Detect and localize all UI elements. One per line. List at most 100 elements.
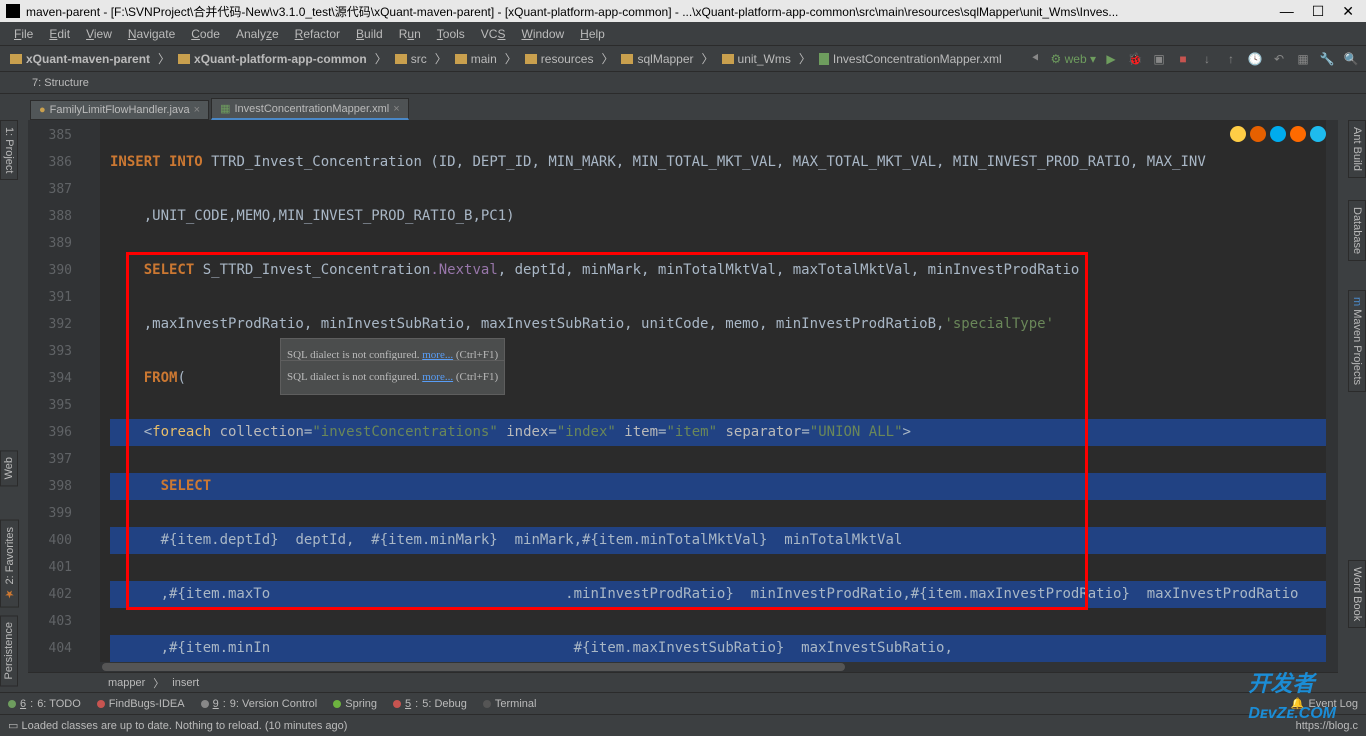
search-everywhere-button[interactable]: 🔍: [1342, 50, 1360, 68]
ie-icon[interactable]: [1310, 126, 1326, 142]
run-button[interactable]: ▶: [1102, 50, 1120, 68]
line-number: 396: [28, 419, 72, 446]
menu-code[interactable]: Code: [183, 27, 228, 41]
folder-icon: [525, 54, 537, 64]
vcs-commit-button[interactable]: ↑: [1222, 50, 1240, 68]
run-config-selector[interactable]: ⚙ web ▾: [1051, 52, 1096, 66]
structure-tab-bar[interactable]: 7: Structure: [0, 72, 1366, 94]
maximize-button[interactable]: ☐: [1312, 3, 1325, 20]
tw-terminal[interactable]: Terminal: [483, 698, 537, 710]
folder-icon: [10, 54, 22, 64]
menu-bar: File Edit View Navigate Code Analyze Ref…: [0, 22, 1366, 46]
sidebar-maven[interactable]: m Maven Projects: [1348, 290, 1366, 392]
close-icon[interactable]: ×: [393, 103, 399, 115]
line-number: 392: [28, 311, 72, 338]
tab-file-active[interactable]: ▦InvestConcentrationMapper.xml×: [211, 98, 409, 120]
nav-bar: xQuant-maven-parent〉 xQuant-platform-app…: [0, 46, 1366, 72]
sidebar-favorites[interactable]: ★ 2: Favorites: [0, 520, 19, 608]
fold-column[interactable]: [80, 120, 100, 672]
line-number: 387: [28, 176, 72, 203]
history-button[interactable]: 🕓: [1246, 50, 1264, 68]
crumb[interactable]: xQuant-maven-parent: [6, 52, 154, 66]
editor[interactable]: 385 386 387 388 389 390 391 392 393 394 …: [28, 120, 1338, 672]
menu-file[interactable]: File: [6, 27, 41, 41]
sidebar-project[interactable]: 1: Project: [0, 120, 18, 180]
crumb[interactable]: sqlMapper: [617, 52, 697, 66]
crumb[interactable]: mapper: [108, 677, 145, 689]
editor-tabs: ●FamilyLimitFlowHandler.java× ▦InvestCon…: [0, 94, 1366, 120]
menu-edit[interactable]: Edit: [41, 27, 78, 41]
line-number: 390: [28, 257, 72, 284]
line-number: 393: [28, 338, 72, 365]
minimize-button[interactable]: —: [1280, 3, 1294, 20]
menu-analyze[interactable]: Analyze: [228, 27, 287, 41]
run-dashboard-button[interactable]: ▣: [1150, 50, 1168, 68]
sidebar-web[interactable]: Web: [0, 450, 18, 486]
project-structure-button[interactable]: ▦: [1294, 50, 1312, 68]
open-in-browser-icons: [1230, 126, 1326, 142]
revert-button[interactable]: ↶: [1270, 50, 1288, 68]
chrome-icon[interactable]: [1230, 126, 1246, 142]
debug-button[interactable]: 🐞: [1126, 50, 1144, 68]
firefox-icon[interactable]: [1250, 126, 1266, 142]
back-button[interactable]: ⯇: [1027, 50, 1045, 68]
line-number: 397: [28, 446, 72, 473]
bottom-breadcrumb: mapper 〉 insert: [28, 672, 1338, 692]
menu-vcs[interactable]: VCS: [473, 27, 514, 41]
inspection-tooltip[interactable]: SQL dialect is not configured. more... (…: [280, 360, 505, 395]
crumb[interactable]: xQuant-platform-app-common: [174, 52, 371, 66]
settings-button[interactable]: 🔧: [1318, 50, 1336, 68]
tw-spring[interactable]: Spring: [333, 698, 377, 710]
tw-vcs[interactable]: 9: 9: Version Control: [201, 698, 318, 710]
horizontal-scrollbar[interactable]: [100, 662, 1338, 672]
menu-refactor[interactable]: Refactor: [287, 27, 348, 41]
crumb[interactable]: resources: [521, 52, 598, 66]
status-message: Loaded classes are up to date. Nothing t…: [21, 720, 347, 732]
line-number: 385: [28, 122, 72, 149]
crumb[interactable]: unit_Wms: [718, 52, 795, 66]
crumb[interactable]: InvestConcentrationMapper.xml: [815, 52, 1006, 66]
error-stripe[interactable]: [1326, 120, 1338, 672]
tw-findbugs[interactable]: FindBugs-IDEA: [97, 698, 185, 710]
sidebar-database[interactable]: Database: [1348, 200, 1366, 261]
sidebar-ant[interactable]: Ant Build: [1348, 120, 1366, 178]
close-button[interactable]: ✕: [1342, 3, 1354, 20]
line-number: 386: [28, 149, 72, 176]
line-number: 389: [28, 230, 72, 257]
safari-icon[interactable]: [1270, 126, 1286, 142]
stop-button[interactable]: ■: [1174, 50, 1192, 68]
close-icon[interactable]: ×: [194, 104, 200, 116]
structure-label: 7: Structure: [32, 77, 89, 89]
tab-file[interactable]: ●FamilyLimitFlowHandler.java×: [30, 100, 209, 120]
menu-build[interactable]: Build: [348, 27, 391, 41]
sidebar-wordbook[interactable]: Word Book: [1348, 560, 1366, 628]
toolbar-right: ⯇ ⚙ web ▾ ▶ 🐞 ▣ ■ ↓ ↑ 🕓 ↶ ▦ 🔧 🔍: [1027, 50, 1360, 68]
title-bar: maven-parent - [F:\SVNProject\合并代码-New\v…: [0, 0, 1366, 22]
menu-run[interactable]: Run: [391, 27, 429, 41]
crumb[interactable]: src: [391, 52, 431, 66]
line-number: 404: [28, 635, 72, 662]
crumb[interactable]: insert: [172, 677, 199, 689]
folder-icon: [455, 54, 467, 64]
breadcrumb: xQuant-maven-parent〉 xQuant-platform-app…: [6, 50, 1027, 67]
crumb[interactable]: main: [451, 52, 501, 66]
opera-icon[interactable]: [1290, 126, 1306, 142]
folder-icon: [722, 54, 734, 64]
more-link[interactable]: more...: [422, 371, 453, 383]
menu-view[interactable]: View: [78, 27, 120, 41]
tw-eventlog[interactable]: 🔔 Event Log: [1291, 697, 1358, 710]
tw-todo[interactable]: 6: 6: TODO: [8, 698, 81, 710]
code-area[interactable]: INSERT INTO TTRD_Invest_Concentration (I…: [100, 120, 1338, 672]
status-bar: ▭ Loaded classes are up to date. Nothing…: [0, 714, 1366, 736]
folder-icon: [395, 54, 407, 64]
menu-navigate[interactable]: Navigate: [120, 27, 183, 41]
line-number: 394: [28, 365, 72, 392]
menu-window[interactable]: Window: [513, 27, 572, 41]
vcs-update-button[interactable]: ↓: [1198, 50, 1216, 68]
line-number: 398: [28, 473, 72, 500]
menu-tools[interactable]: Tools: [429, 27, 473, 41]
window-title: maven-parent - [F:\SVNProject\合并代码-New\v…: [26, 3, 1280, 20]
sidebar-persistence[interactable]: Persistence: [0, 615, 18, 686]
menu-help[interactable]: Help: [572, 27, 613, 41]
tw-debug[interactable]: 5: 5: Debug: [393, 698, 467, 710]
